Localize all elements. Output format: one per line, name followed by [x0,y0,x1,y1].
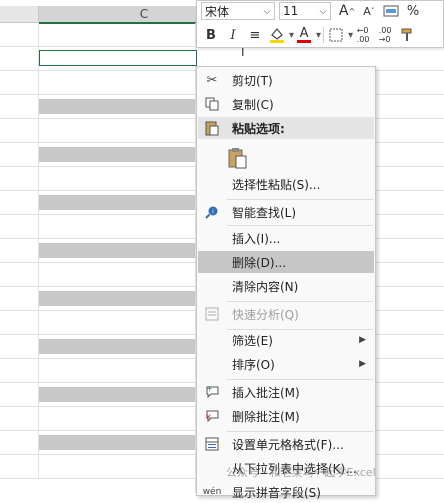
paste-options-header: 粘贴选项: [198,117,374,139]
align-button[interactable]: ≡ [245,25,265,45]
menu-item-insert[interactable]: 插入(I)... [198,227,374,249]
decrease-decimal-icon[interactable]: .00 →0 [375,25,395,45]
shrink-font-button[interactable]: Aˇ [359,1,379,21]
fill-color-button[interactable] [267,25,287,45]
menu-item-phonetic[interactable]: wén 显示拼音字段(S) [198,481,374,503]
bold-button[interactable]: B [201,25,221,45]
menu-item-format-cells[interactable]: 设置单元格格式(F)... [198,433,374,455]
format-painter-icon[interactable] [397,25,417,45]
menu-item-smart-lookup[interactable]: i 智能查找(L) [198,201,374,223]
menu-item-filter[interactable]: 筛选(E) ▶ [198,329,374,351]
chevron-down-icon: ⌵ [263,5,271,17]
chevron-right-icon: ▶ [359,359,366,369]
context-menu: ✂ 剪切(T) 复制(C) 粘贴选项: 选择性粘贴(S)... i 智能查找(L… [196,66,376,500]
menu-item-sort[interactable]: 排序(O) ▶ [198,353,374,375]
scissors-icon: ✂ [206,72,218,88]
menu-item-clear-contents[interactable]: 清除内容(N) [198,275,374,297]
font-color-button[interactable]: A [294,25,314,45]
increase-decimal-icon[interactable]: ←0.00 [353,25,373,45]
percent-button[interactable]: % [403,1,423,21]
italic-button[interactable]: I [223,25,243,45]
paste-icon [198,120,226,136]
comment-delete-icon: × [198,405,226,427]
copy-icon [198,93,226,115]
phonetic-icon: wén [202,487,222,497]
column-header-a[interactable] [0,6,39,22]
active-cell[interactable] [39,50,197,66]
paste-options-row [198,143,374,173]
mini-toolbar: 宋体 ⌵ 11 ⌵ A ^ Aˇ % B I ≡ ▾ A ▾ ▾ ←0 .00 … [196,0,444,48]
mini-toolbar-row-2: B I ≡ ▾ A ▾ ▾ ←0.00 .00 →0 [201,25,419,45]
chevron-right-icon: ▶ [359,335,366,345]
menu-item-delete[interactable]: 删除(D)... [198,251,374,273]
menu-item-quick-analysis[interactable]: 快速分析(Q) [198,303,374,325]
format-cells-icon [198,433,226,455]
comment-add-icon: + [198,381,226,403]
chevron-down-icon: ⌵ [319,5,327,17]
menu-item-insert-comment[interactable]: + 插入批注(M) [198,381,374,403]
menu-item-paste-special[interactable]: 选择性粘贴(S)... [198,173,374,195]
menu-item-copy[interactable]: 复制(C) [198,93,374,115]
svg-text:×: × [205,412,212,421]
svg-text:+: + [206,385,213,393]
font-name-value: 宋体 [205,4,230,19]
chevron-down-icon[interactable]: ▾ [316,30,321,41]
watermark: 公众号 · 和老菜鸟一起学Excel [226,466,376,479]
number-format-icon[interactable] [381,1,401,21]
menu-item-delete-comment[interactable]: × 删除批注(M) [198,405,374,427]
paste-clipboard-icon[interactable] [228,147,248,169]
quick-analysis-icon [198,303,226,325]
menu-item-cut[interactable]: ✂ 剪切(T) [198,69,374,91]
grow-font-button[interactable]: A ^ [337,1,357,21]
search-icon: i [198,201,226,223]
font-name-select[interactable]: 宋体 ⌵ [201,2,275,20]
borders-icon[interactable] [326,25,346,45]
font-size-select[interactable]: 11 ⌵ [279,2,331,20]
font-size-value: 11 [283,4,299,18]
mini-toolbar-row-1: 宋体 ⌵ 11 ⌵ A ^ Aˇ % [201,1,425,21]
